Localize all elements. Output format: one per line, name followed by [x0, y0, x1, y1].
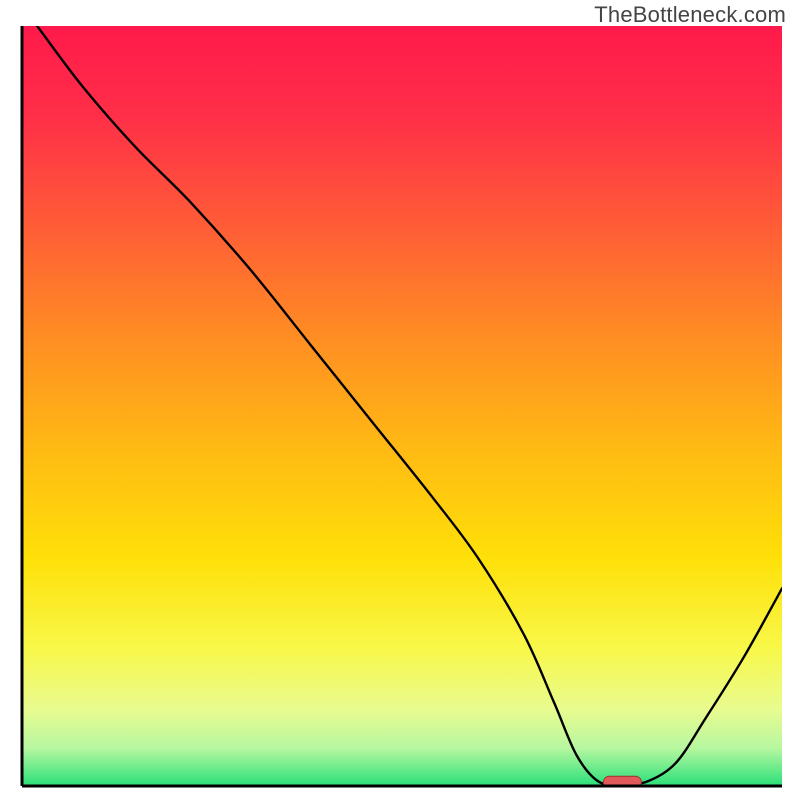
bottleneck-chart: [0, 0, 800, 800]
chart-container: TheBottleneck.com: [0, 0, 800, 800]
plot-background: [22, 26, 782, 786]
watermark-text: TheBottleneck.com: [594, 2, 786, 28]
